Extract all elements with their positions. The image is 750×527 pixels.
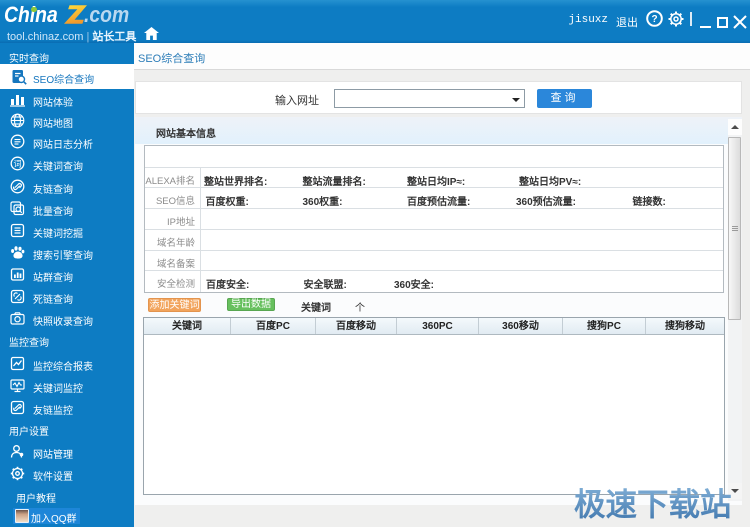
- svg-text:?: ?: [651, 14, 657, 25]
- svg-text:词: 词: [14, 159, 22, 168]
